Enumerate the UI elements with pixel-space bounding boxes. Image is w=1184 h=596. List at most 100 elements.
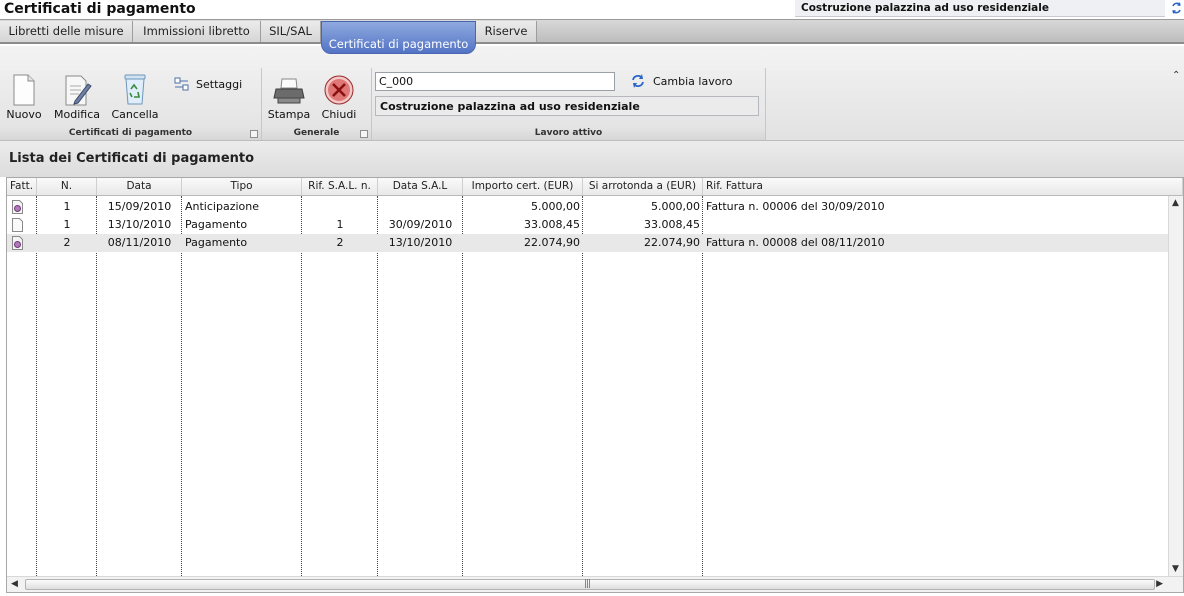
group-caption-certificati: Certificati di pagamento — [0, 126, 261, 140]
scroll-left-icon[interactable]: ◀ — [11, 579, 18, 589]
col-header-data-sal[interactable]: Data S.A.L — [378, 178, 463, 196]
col-header-rif-fattura[interactable]: Rif. Fattura — [703, 178, 1183, 196]
certificates-grid: Fatt. N. Data Tipo Rif. S.A.L. n. Data S… — [6, 177, 1184, 593]
cell-data: 15/09/2010 — [107, 200, 172, 213]
settaggi-label: Settaggi — [196, 78, 243, 91]
column-divider — [582, 196, 583, 576]
edit-document-icon — [65, 75, 92, 106]
active-work-field: Costruzione palazzina ad uso residenzial… — [375, 96, 759, 116]
new-document-icon — [13, 74, 35, 106]
cell-n: 1 — [63, 200, 71, 213]
cell-data-sal: 13/10/2010 — [388, 236, 453, 249]
col-header-arrotonda[interactable]: Si arrotonda a (EUR) — [583, 178, 703, 196]
ribbon-group-certificati: Nuovo Modifica Cancella Settaggi Certifi… — [0, 68, 262, 140]
cell-data: 08/11/2010 — [107, 236, 172, 249]
job-code-input[interactable] — [375, 72, 615, 91]
horizontal-scrollbar[interactable]: ◀ ||| ▶ — [7, 576, 1183, 592]
scroll-right-icon[interactable]: ▶ — [1156, 579, 1163, 589]
col-header-tipo[interactable]: Tipo — [182, 178, 302, 196]
cancella-button[interactable]: Cancella — [110, 72, 160, 121]
table-row[interactable]: 2 08/11/2010 Pagamento 2 13/10/2010 22.0… — [7, 234, 1169, 252]
cell-tipo: Pagamento — [185, 218, 248, 231]
cell-rif-fattura: Fattura n. 00006 del 30/09/2010 — [706, 200, 885, 213]
column-divider — [36, 196, 37, 576]
tab-immissioni-libretto[interactable]: Immissioni libretto — [133, 21, 261, 42]
column-divider — [181, 196, 182, 576]
column-divider — [96, 196, 97, 576]
dialog-launcher-icon[interactable] — [360, 130, 368, 138]
swap-icon — [632, 74, 644, 88]
column-divider — [301, 196, 302, 576]
printer-icon — [273, 78, 305, 104]
list-header: Lista dei Certificati di pagamento — [0, 141, 1184, 177]
chiudi-button[interactable]: Chiudi — [318, 74, 360, 121]
col-header-fatt[interactable]: Fatt. — [7, 178, 37, 196]
cell-importo: 5.000,00 — [531, 200, 580, 213]
collapse-ribbon-icon[interactable]: ⌃ — [1172, 70, 1180, 81]
project-selector[interactable]: Costruzione palazzina ad uso residenzial… — [795, 0, 1165, 17]
cell-arrotonda: 22.074,90 — [644, 236, 700, 249]
cell-rif-sal — [302, 198, 378, 216]
cell-n: 1 — [63, 218, 71, 231]
refresh-icon[interactable] — [1170, 1, 1183, 15]
scroll-up-icon[interactable]: ▲ — [1172, 198, 1179, 208]
column-divider — [377, 196, 378, 576]
tab-libretti-misure[interactable]: Libretti delle misure — [0, 21, 133, 42]
tab-sil-sal[interactable]: SIL/SAL — [261, 21, 321, 42]
col-header-data[interactable]: Data — [97, 178, 182, 196]
invoice-icon — [12, 236, 23, 250]
chiudi-label: Chiudi — [321, 108, 357, 121]
stampa-button[interactable]: Stampa — [266, 76, 312, 121]
cell-n: 2 — [63, 236, 71, 249]
grip-icon: ||| — [584, 579, 591, 589]
modifica-button[interactable]: Modifica — [52, 74, 102, 121]
cell-rif-fattura: Fattura n. 00008 del 08/11/2010 — [706, 236, 885, 249]
group-caption-lavoro-attivo: Lavoro attivo — [372, 126, 765, 140]
cell-rif-fattura — [703, 216, 1169, 234]
cell-importo: 33.008,45 — [524, 218, 580, 231]
settaggi-button[interactable]: Settaggi — [174, 77, 242, 91]
ribbon: ⌃ Nuovo Modifica Cancella Settaggi Certi… — [0, 46, 1184, 141]
cell-importo: 22.074,90 — [524, 236, 580, 249]
ribbon-group-generale: Stampa Chiudi Generale — [262, 68, 372, 140]
cell-arrotonda: 5.000,00 — [651, 200, 700, 213]
cell-rif-sal: 1 — [336, 218, 344, 231]
cell-rif-sal: 2 — [336, 236, 344, 249]
dialog-launcher-icon[interactable] — [250, 130, 258, 138]
cell-tipo: Anticipazione — [185, 200, 259, 213]
tab-certificati-pagamento[interactable]: Certificati di pagamento — [321, 21, 476, 54]
cambia-lavoro-button[interactable]: Cambia lavoro — [631, 74, 732, 88]
scroll-down-icon[interactable]: ▼ — [1172, 564, 1179, 574]
cell-data: 13/10/2010 — [107, 218, 172, 231]
table-row[interactable]: 1 13/10/2010 Pagamento 1 30/09/2010 33.0… — [7, 216, 1169, 234]
cell-arrotonda: 33.008,45 — [644, 218, 700, 231]
nuovo-button[interactable]: Nuovo — [4, 74, 44, 121]
tab-strip: Libretti delle misure Immissioni librett… — [0, 19, 1184, 54]
title-bar: Certificati di pagamento Costruzione pal… — [0, 0, 1184, 19]
table-row[interactable]: 1 15/09/2010 Anticipazione 5.000,00 5.00… — [7, 198, 1169, 216]
app-title: Certificati di pagamento — [4, 1, 196, 17]
column-divider — [702, 196, 703, 576]
column-divider — [462, 196, 463, 576]
close-icon — [324, 75, 354, 105]
vertical-scrollbar[interactable]: ▲ ▼ — [1168, 196, 1183, 576]
document-icon — [12, 218, 23, 232]
cambia-lavoro-label: Cambia lavoro — [653, 75, 733, 88]
list-title: Lista dei Certificati di pagamento — [9, 151, 255, 166]
cell-data-sal — [378, 198, 463, 216]
group-caption-generale: Generale — [262, 126, 371, 140]
cancella-label: Cancella — [111, 108, 159, 121]
invoice-icon — [12, 200, 23, 214]
tab-riserve[interactable]: Riserve — [476, 21, 537, 42]
stampa-label: Stampa — [267, 108, 311, 121]
cell-tipo: Pagamento — [185, 236, 248, 249]
recycle-bin-icon — [124, 74, 146, 105]
cell-data-sal: 30/09/2010 — [388, 218, 453, 231]
col-header-n[interactable]: N. — [37, 178, 97, 196]
modifica-label: Modifica — [54, 108, 100, 121]
col-header-rif-sal[interactable]: Rif. S.A.L. n. — [302, 178, 378, 196]
horizontal-scroll-thumb[interactable]: ||| — [25, 579, 1155, 590]
col-header-importo[interactable]: Importo cert. (EUR) — [463, 178, 583, 196]
settings-icon — [174, 77, 189, 91]
project-name: Costruzione palazzina ad uso residenzial… — [801, 2, 1049, 14]
